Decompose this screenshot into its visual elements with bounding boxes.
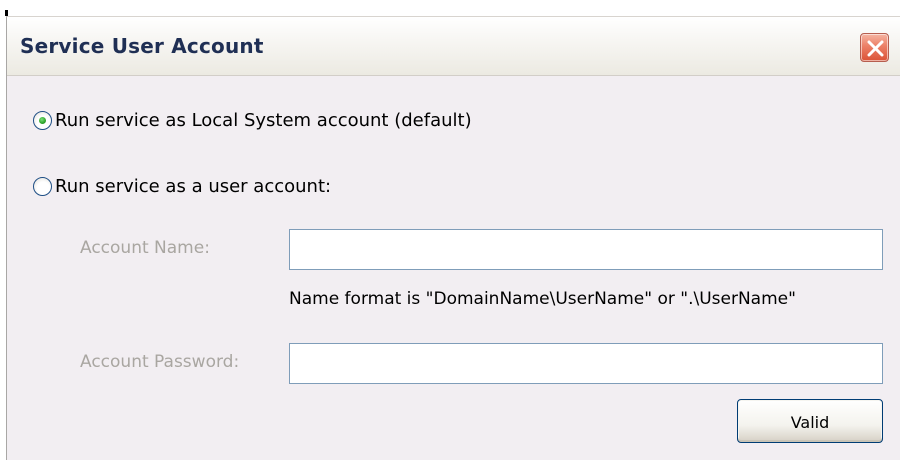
valid-button-label: Valid <box>790 412 830 432</box>
close-button[interactable] <box>860 33 889 62</box>
radio-label-user-account[interactable]: Run service as a user account: <box>55 176 331 197</box>
radio-label-local-system[interactable]: Run service as Local System account (def… <box>55 110 472 131</box>
radio-button-local-system[interactable] <box>33 111 52 130</box>
close-x-icon <box>867 40 884 57</box>
account-name-label: Account Name: <box>80 238 210 258</box>
radio-user-account[interactable]: Run service as a user account: <box>33 176 331 197</box>
name-format-hint: Name format is "DomainName\UserName" or … <box>289 289 796 309</box>
account-name-input[interactable] <box>289 229 883 270</box>
radio-button-user-account[interactable] <box>33 177 52 196</box>
radio-selected-dot <box>39 117 46 124</box>
service-user-account-dialog: Service User Account Run service as Loca… <box>6 16 900 460</box>
account-password-input[interactable] <box>289 343 883 384</box>
valid-button[interactable]: Valid <box>737 399 883 443</box>
dialog-title: Service User Account <box>20 34 264 58</box>
radio-local-system[interactable]: Run service as Local System account (def… <box>33 110 472 131</box>
dialog-titlebar[interactable]: Service User Account <box>7 17 900 76</box>
account-password-label: Account Password: <box>80 352 240 372</box>
